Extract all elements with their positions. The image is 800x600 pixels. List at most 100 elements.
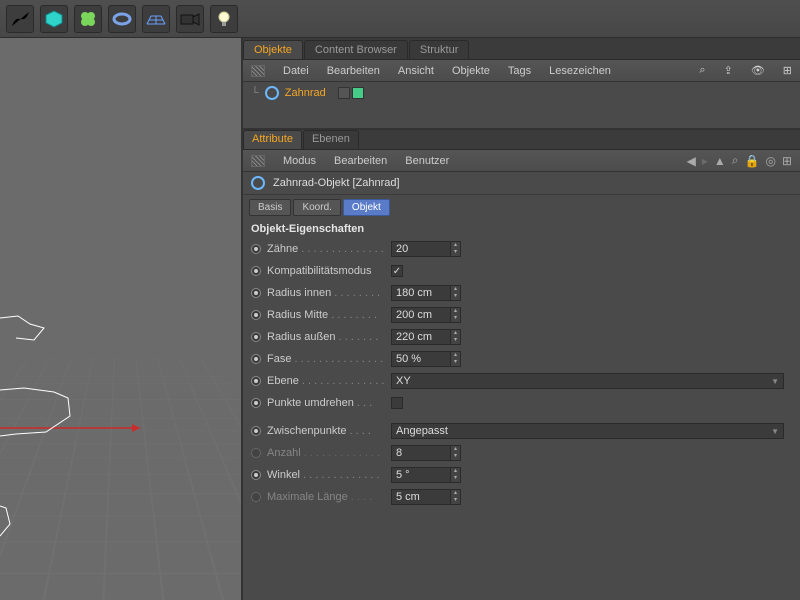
anim-dot[interactable]: [251, 354, 261, 364]
prop-radius-aussen: Radius außen . . . . . . . ▴▾: [243, 326, 800, 348]
prop-winkel: Winkel . . . . . . . . . . . . . ▴▾: [243, 464, 800, 486]
menu-benutzer[interactable]: Benutzer: [405, 155, 449, 167]
camera-icon[interactable]: [176, 5, 204, 33]
eye-icon[interactable]: 👁: [751, 64, 765, 77]
main-toolbar: [0, 0, 800, 38]
prop-zaehne: Zähne . . . . . . . . . . . . . . ▴▾: [243, 238, 800, 260]
render-chip[interactable]: [352, 87, 364, 99]
panel-grip-icon[interactable]: [251, 155, 265, 167]
menu-bearbeiten[interactable]: Bearbeiten: [327, 65, 380, 77]
spinner[interactable]: ▴▾: [451, 241, 461, 257]
section-title: Objekt-Eigenschaften: [243, 220, 800, 238]
object-manager-menubar: Datei Bearbeiten Ansicht Objekte Tags Le…: [243, 60, 800, 82]
menu-modus[interactable]: Modus: [283, 155, 316, 167]
object-header: Zahnrad-Objekt [Zahnrad]: [243, 172, 800, 195]
tree-node-label: Zahnrad: [285, 87, 326, 99]
subtab-objekt[interactable]: Objekt: [343, 199, 390, 216]
prop-anzahl: Anzahl . . . . . . . . . . . . . ▴▾: [243, 442, 800, 464]
viewport-wireframe: [0, 38, 243, 598]
viewport-3d[interactable]: [0, 38, 243, 600]
prop-radius-innen: Radius innen . . . . . . . . ▴▾: [243, 282, 800, 304]
prop-ebene: Ebene . . . . . . . . . . . . . . XY▼: [243, 370, 800, 392]
menu-objekte[interactable]: Objekte: [452, 65, 490, 77]
tree-node-zahnrad[interactable]: └ Zahnrad: [251, 86, 364, 100]
spinner: ▴▾: [451, 445, 461, 461]
object-tree[interactable]: └ Zahnrad: [243, 82, 800, 130]
spinner[interactable]: ▴▾: [451, 351, 461, 367]
tree-branch-icon: └: [251, 87, 259, 99]
winkel-input[interactable]: [391, 467, 451, 483]
spinner[interactable]: ▴▾: [451, 307, 461, 323]
menu-tags[interactable]: Tags: [508, 65, 531, 77]
light-icon[interactable]: [210, 5, 238, 33]
torus-icon[interactable]: [108, 5, 136, 33]
tab-ebenen[interactable]: Ebenen: [303, 130, 359, 149]
spinner[interactable]: ▴▾: [451, 329, 461, 345]
anim-dot[interactable]: [251, 426, 261, 436]
subtab-koord[interactable]: Koord.: [293, 199, 340, 216]
attribute-menubar: Modus Bearbeiten Benutzer ◀ ▸ ▲ ⌕ 🔒 ◎ ⊞: [243, 150, 800, 172]
radius-mitte-input[interactable]: [391, 307, 451, 323]
prop-fase: Fase . . . . . . . . . . . . . . . ▴▾: [243, 348, 800, 370]
expand-icon[interactable]: ⊞: [783, 64, 792, 77]
maxlaenge-input: [391, 489, 451, 505]
anim-dot[interactable]: [251, 288, 261, 298]
search-icon[interactable]: ⌕: [699, 64, 705, 77]
radius-aussen-input[interactable]: [391, 329, 451, 345]
prop-max-laenge: Maximale Länge . . . . ▴▾: [243, 486, 800, 508]
prop-zwischenpunkte: Zwischenpunkte . . . . Angepasst▼: [243, 420, 800, 442]
new-icon[interactable]: ◎: [765, 154, 775, 168]
nav-up-icon[interactable]: ▲: [714, 154, 726, 168]
panel-grip-icon[interactable]: [251, 65, 265, 77]
attribute-subtabs: Basis Koord. Objekt: [243, 195, 800, 220]
gear-object-icon: [265, 86, 279, 100]
menu-ansicht[interactable]: Ansicht: [398, 65, 434, 77]
ebene-dropdown[interactable]: XY▼: [391, 373, 784, 389]
anim-dot: [251, 448, 261, 458]
spinner[interactable]: ▴▾: [451, 285, 461, 301]
fase-input[interactable]: [391, 351, 451, 367]
anzahl-input: [391, 445, 451, 461]
nav-back-icon[interactable]: ◀: [687, 154, 696, 168]
curve-tool-icon[interactable]: [6, 5, 34, 33]
zwischenpunkte-dropdown[interactable]: Angepasst▼: [391, 423, 784, 439]
radius-innen-input[interactable]: [391, 285, 451, 301]
menu-lesezeichen[interactable]: Lesezeichen: [549, 65, 611, 77]
tab-content-browser[interactable]: Content Browser: [304, 40, 408, 59]
expand-icon[interactable]: ⊞: [782, 154, 792, 168]
nav-fwd-icon[interactable]: ▸: [702, 154, 708, 168]
kompat-checkbox[interactable]: [391, 265, 403, 277]
plane-grid-icon[interactable]: [142, 5, 170, 33]
menu-datei[interactable]: Datei: [283, 65, 309, 77]
prop-radius-mitte: Radius Mitte . . . . . . . . ▴▾: [243, 304, 800, 326]
attribute-panel: Zahnrad-Objekt [Zahnrad] Basis Koord. Ob…: [243, 172, 800, 600]
spinner: ▴▾: [451, 489, 461, 505]
prop-punkte-umdrehen: Punkte umdrehen . . .: [243, 392, 800, 414]
anim-dot[interactable]: [251, 376, 261, 386]
cube-icon[interactable]: [40, 5, 68, 33]
lock-icon[interactable]: 🔒: [745, 154, 760, 168]
subtab-basis[interactable]: Basis: [249, 199, 291, 216]
object-title: Zahnrad-Objekt [Zahnrad]: [273, 177, 400, 189]
clover-icon[interactable]: [74, 5, 102, 33]
visibility-chip[interactable]: [338, 87, 350, 99]
anim-dot[interactable]: [251, 244, 261, 254]
tab-struktur[interactable]: Struktur: [409, 40, 470, 59]
home-icon[interactable]: ⇪: [724, 64, 733, 77]
anim-dot[interactable]: [251, 266, 261, 276]
anim-dot[interactable]: [251, 470, 261, 480]
object-manager-tabs: Objekte Content Browser Struktur: [243, 38, 800, 60]
tab-attribute[interactable]: Attribute: [243, 130, 302, 149]
gear-object-icon: [251, 176, 265, 190]
anim-dot[interactable]: [251, 332, 261, 342]
anim-dot[interactable]: [251, 398, 261, 408]
search-icon[interactable]: ⌕: [732, 153, 739, 168]
zaehne-input[interactable]: [391, 241, 451, 257]
prop-kompat: Kompatibilitätsmodus: [243, 260, 800, 282]
anim-dot: [251, 492, 261, 502]
anim-dot[interactable]: [251, 310, 261, 320]
punkte-checkbox[interactable]: [391, 397, 403, 409]
menu-bearbeiten2[interactable]: Bearbeiten: [334, 155, 387, 167]
spinner[interactable]: ▴▾: [451, 467, 461, 483]
tab-objekte[interactable]: Objekte: [243, 40, 303, 59]
